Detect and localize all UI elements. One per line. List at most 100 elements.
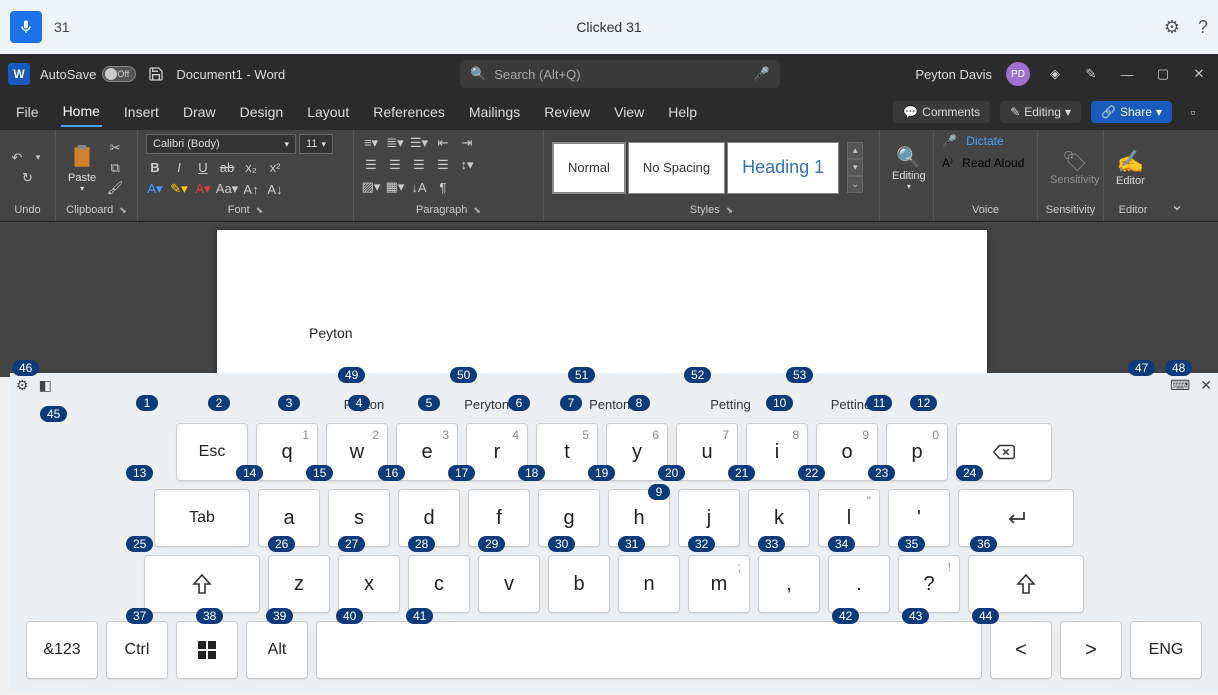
- bold-icon[interactable]: B: [146, 158, 164, 176]
- key-question[interactable]: !?: [898, 555, 960, 613]
- key-right[interactable]: >: [1060, 621, 1122, 679]
- minimize-button[interactable]: —: [1116, 63, 1138, 85]
- undo-dropdown-icon[interactable]: ▾: [29, 149, 47, 167]
- key-comma[interactable]: ,: [758, 555, 820, 613]
- osk-dock-icon[interactable]: ⌨: [1170, 377, 1190, 394]
- suggestion-4[interactable]: Petting: [710, 397, 750, 419]
- editing-mode-button[interactable]: ✎ Editing ▾: [1000, 101, 1081, 123]
- key-m[interactable]: ;m: [688, 555, 750, 613]
- user-avatar[interactable]: PD: [1006, 62, 1030, 86]
- key-v[interactable]: v: [478, 555, 540, 613]
- tab-draw[interactable]: Draw: [181, 98, 218, 126]
- subscript-icon[interactable]: x₂: [242, 158, 260, 176]
- clipboard-launcher-icon[interactable]: ⬊: [119, 205, 127, 216]
- strike-icon[interactable]: ab: [218, 158, 236, 176]
- key-b[interactable]: b: [548, 555, 610, 613]
- ribbon-overflow-icon[interactable]: ▫: [1182, 101, 1204, 123]
- styles-more-icon[interactable]: ⌄: [847, 176, 863, 193]
- multilevel-icon[interactable]: ☰▾: [410, 134, 428, 152]
- tab-view[interactable]: View: [612, 98, 646, 126]
- borders-icon[interactable]: ▦▾: [386, 178, 404, 196]
- search-box[interactable]: 🔍 Search (Alt+Q) 🎤: [460, 60, 780, 88]
- tab-help[interactable]: Help: [666, 98, 699, 126]
- tab-home[interactable]: Home: [61, 97, 102, 127]
- tab-mailings[interactable]: Mailings: [467, 98, 522, 126]
- share-button[interactable]: 🔗 Share ▾: [1091, 101, 1172, 123]
- styles-down-icon[interactable]: ▾: [847, 159, 863, 176]
- key-left[interactable]: <: [990, 621, 1052, 679]
- key-shift-left[interactable]: [144, 555, 260, 613]
- key-space[interactable]: [316, 621, 982, 679]
- grow-font-icon[interactable]: A↑: [242, 180, 260, 198]
- diamond-icon[interactable]: ◈: [1044, 63, 1066, 85]
- change-case-icon[interactable]: Aa▾: [218, 180, 236, 198]
- key-c[interactable]: c: [408, 555, 470, 613]
- font-color-icon[interactable]: A▾: [194, 180, 212, 198]
- osk-close-icon[interactable]: ✕: [1200, 377, 1212, 394]
- shading-icon[interactable]: ▨▾: [362, 178, 380, 196]
- repeat-icon[interactable]: ↻: [19, 169, 37, 187]
- italic-icon[interactable]: I: [170, 158, 188, 176]
- help-icon[interactable]: ?: [1198, 17, 1208, 38]
- collapse-ribbon-icon[interactable]: ⌄: [1162, 130, 1192, 221]
- key-symbols[interactable]: &123: [26, 621, 98, 679]
- decrease-indent-icon[interactable]: ⇤: [434, 134, 452, 152]
- highlight-icon[interactable]: ✎▾: [170, 180, 188, 198]
- tab-layout[interactable]: Layout: [305, 98, 351, 126]
- numbering-icon[interactable]: ≣▾: [386, 134, 404, 152]
- increase-indent-icon[interactable]: ⇥: [458, 134, 476, 152]
- mic-button[interactable]: [10, 11, 42, 43]
- settings-icon[interactable]: ⚙: [1164, 17, 1180, 38]
- line-spacing-icon[interactable]: ↕▾: [458, 156, 476, 174]
- voice-search-icon[interactable]: 🎤: [754, 66, 770, 82]
- format-painter-icon[interactable]: 🖌: [106, 179, 124, 197]
- justify-icon[interactable]: ☰: [434, 156, 452, 174]
- save-icon[interactable]: [148, 66, 164, 82]
- undo-icon[interactable]: ↶: [8, 149, 26, 167]
- sort-icon[interactable]: ↓A: [410, 178, 428, 196]
- styles-up-icon[interactable]: ▴: [847, 142, 863, 159]
- superscript-icon[interactable]: x²: [266, 158, 284, 176]
- key-shift-right[interactable]: [968, 555, 1084, 613]
- autosave-toggle[interactable]: Off: [102, 66, 136, 82]
- font-effects-icon[interactable]: A▾: [146, 180, 164, 198]
- font-size-select[interactable]: 11▾: [299, 134, 333, 154]
- tab-file[interactable]: File: [14, 98, 41, 126]
- editing-button[interactable]: 🔍 Editing ▾: [888, 143, 930, 193]
- key-lang[interactable]: ENG: [1130, 621, 1202, 679]
- page[interactable]: Peyton: [217, 230, 987, 377]
- font-launcher-icon[interactable]: ⬊: [256, 205, 264, 216]
- align-left-icon[interactable]: ☰: [362, 156, 380, 174]
- comments-button[interactable]: 💬 Comments: [893, 101, 990, 123]
- underline-icon[interactable]: U: [194, 158, 212, 176]
- tab-insert[interactable]: Insert: [122, 98, 161, 126]
- paragraph-launcher-icon[interactable]: ⬊: [473, 205, 481, 216]
- font-name-select[interactable]: Calibri (Body)▾: [146, 134, 296, 154]
- key-windows[interactable]: [176, 621, 238, 679]
- suggestion-2[interactable]: Peryton: [464, 397, 509, 419]
- key-ctrl[interactable]: Ctrl: [106, 621, 168, 679]
- editor-button[interactable]: ✍ Editor: [1112, 147, 1149, 189]
- show-marks-icon[interactable]: ¶: [434, 178, 452, 196]
- maximize-button[interactable]: ▢: [1152, 63, 1174, 85]
- tab-design[interactable]: Design: [238, 98, 286, 126]
- style-no-spacing[interactable]: No Spacing: [628, 142, 725, 194]
- align-center-icon[interactable]: ☰: [386, 156, 404, 174]
- read-aloud-icon[interactable]: A⁾: [942, 156, 953, 170]
- suggestion-3[interactable]: Penton: [589, 397, 630, 419]
- dictate-icon[interactable]: 🎤: [942, 134, 957, 148]
- style-normal[interactable]: Normal: [552, 142, 626, 194]
- tab-review[interactable]: Review: [542, 98, 592, 126]
- bullets-icon[interactable]: ≡▾: [362, 134, 380, 152]
- key-period[interactable]: .: [828, 555, 890, 613]
- style-heading-1[interactable]: Heading 1: [727, 142, 839, 194]
- osk-attach-icon[interactable]: ◧: [39, 377, 52, 394]
- align-right-icon[interactable]: ☰: [410, 156, 428, 174]
- key-n[interactable]: n: [618, 555, 680, 613]
- key-p[interactable]: 0p: [886, 423, 948, 481]
- tab-references[interactable]: References: [371, 98, 447, 126]
- close-button[interactable]: ✕: [1188, 63, 1210, 85]
- cut-icon[interactable]: ✂: [106, 139, 124, 157]
- paste-button[interactable]: Paste ▾: [64, 140, 100, 195]
- copy-icon[interactable]: ⧉: [106, 159, 124, 177]
